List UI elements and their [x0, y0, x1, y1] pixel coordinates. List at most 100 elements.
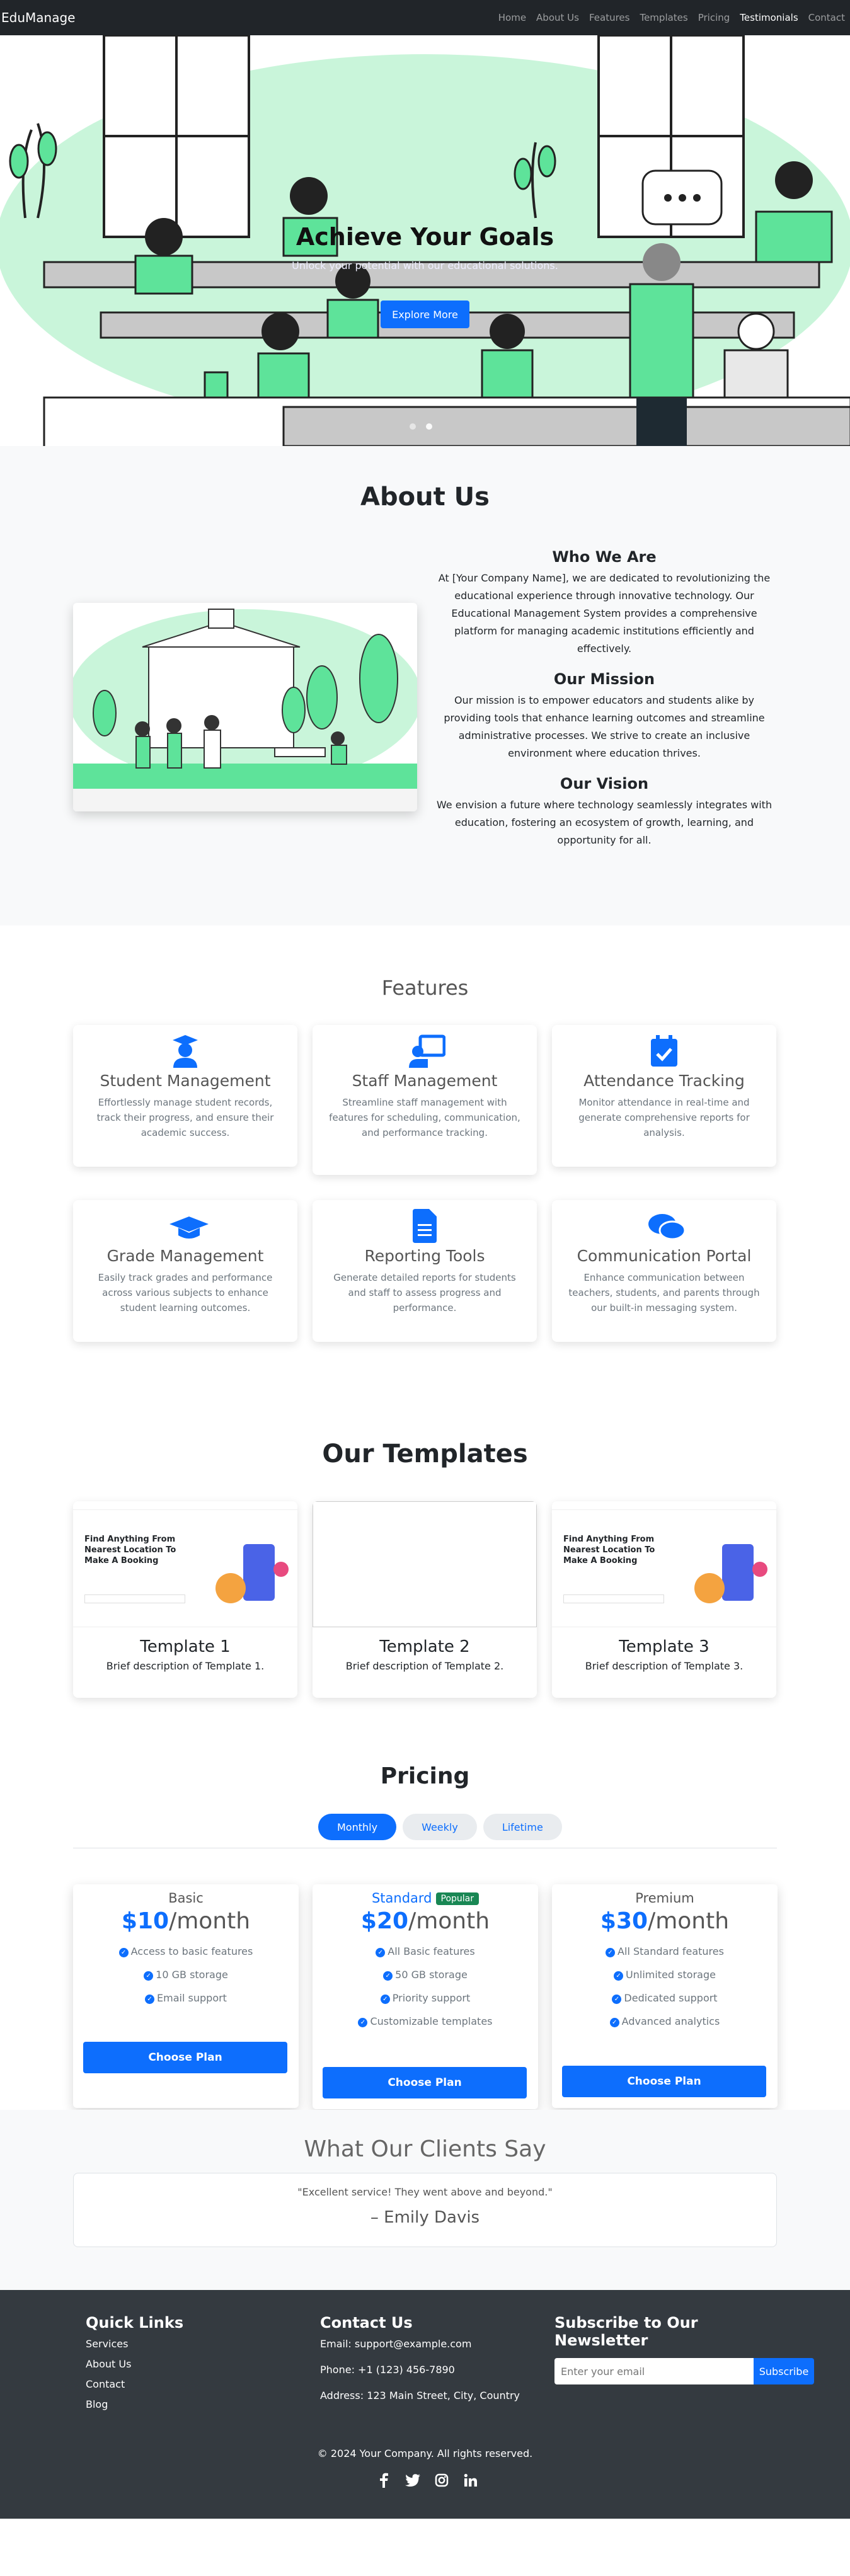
- template-preview-image: [313, 1501, 537, 1627]
- nav-link-features[interactable]: Features: [584, 12, 635, 23]
- templates-heading: Our Templates: [322, 1440, 528, 1468]
- plan-price: $30/month: [600, 1908, 730, 1934]
- testimonials-section: What Our Clients Say "Excellent service!…: [0, 2110, 850, 2290]
- carousel-dot-2[interactable]: [426, 423, 432, 430]
- plan-feature: ✓ Priority support: [313, 1992, 538, 2004]
- carousel-dot-1[interactable]: [410, 423, 416, 430]
- copyright: © 2024 Your Company. All rights reserved…: [317, 2447, 533, 2459]
- contact-title: Contact Us: [320, 2314, 413, 2332]
- footer-link-services[interactable]: Services: [86, 2338, 183, 2350]
- quick-links: Quick Links Services About Us Contact Bl…: [86, 2314, 183, 2419]
- vision-text: We envision a future where technology se…: [436, 799, 772, 846]
- check-icon: ✓: [144, 1971, 154, 1981]
- features-section: Features Student Management Effortlessly…: [0, 925, 850, 1417]
- feature-text: Streamline staff management with feature…: [329, 1097, 520, 1138]
- facebook-icon[interactable]: [376, 2473, 391, 2488]
- testimonials-heading: What Our Clients Say: [304, 2136, 546, 2162]
- comments-icon: [648, 1209, 686, 1243]
- quick-links-title: Quick Links: [86, 2314, 184, 2332]
- explore-more-button[interactable]: Explore More: [381, 301, 469, 328]
- subscribe-button[interactable]: Subscribe: [754, 2358, 814, 2384]
- plan-name: Standard Popular: [313, 1891, 538, 1906]
- choose-plan-button[interactable]: Choose Plan: [323, 2067, 527, 2098]
- who-we-are-title: Who We Are: [552, 548, 657, 566]
- contact-address: Address: 123 Main Street, City, Country: [320, 2390, 520, 2401]
- plan-feature: ✓ Advanced analytics: [552, 2015, 778, 2027]
- mission-text: Our mission is to empower educators and …: [444, 694, 765, 759]
- choose-plan-button[interactable]: Choose Plan: [83, 2042, 287, 2073]
- popular-badge: Popular: [435, 1892, 480, 1905]
- hero-carousel: Achieve Your Goals Unlock your potential…: [0, 35, 850, 446]
- pricing-period-tabs: Monthly Weekly Lifetime: [318, 1814, 562, 1840]
- feature-card: Reporting Tools Generate detailed report…: [313, 1200, 537, 1342]
- nav-link-testimonials[interactable]: Testimonials: [735, 12, 803, 23]
- feature-title: Grade Management: [106, 1247, 264, 1265]
- feature-text: Generate detailed reports for students a…: [333, 1272, 516, 1314]
- check-icon: ✓: [383, 1971, 393, 1981]
- footer-link-blog[interactable]: Blog: [86, 2398, 183, 2410]
- feature-title: Reporting Tools: [364, 1247, 485, 1265]
- nav-link-contact[interactable]: Contact: [803, 12, 850, 23]
- plan-price: $20/month: [360, 1908, 490, 1934]
- template-card[interactable]: Find Anything From Nearest Location To M…: [73, 1501, 297, 1698]
- template-preview-image: Find Anything From Nearest Location To M…: [552, 1501, 776, 1627]
- social-links: [376, 2473, 478, 2488]
- nav-link-home[interactable]: Home: [493, 12, 531, 23]
- feature-title: Attendance Tracking: [583, 1072, 745, 1090]
- file-alt-icon: [409, 1209, 440, 1243]
- template-description: Brief description of Template 3.: [585, 1660, 744, 1672]
- who-we-are-text: At [Your Company Name], we are dedicated…: [438, 572, 771, 655]
- features-heading: Features: [381, 976, 469, 1000]
- nav-link-about[interactable]: About Us: [531, 12, 584, 23]
- plan-feature: ✓ Email support: [73, 1992, 299, 2004]
- template-title: Template 1: [140, 1637, 231, 1656]
- feature-card: Attendance Tracking Monitor attendance i…: [552, 1025, 776, 1167]
- testimonial-author: – Emily Davis: [370, 2208, 480, 2227]
- graduation-cap-icon: [169, 1209, 209, 1243]
- footer-link-about[interactable]: About Us: [86, 2358, 183, 2370]
- check-icon: ✓: [609, 2018, 619, 2027]
- plan-feature: ✓ Dedicated support: [552, 1992, 778, 2004]
- tab-weekly[interactable]: Weekly: [403, 1814, 477, 1840]
- newsletter-title: Subscribe to Our Newsletter: [554, 2314, 698, 2349]
- about-heading: About Us: [360, 483, 490, 512]
- testimonial-card: "Excellent service! They went above and …: [73, 2173, 777, 2247]
- template-preview-image: Find Anything From Nearest Location To M…: [73, 1501, 297, 1627]
- tab-monthly[interactable]: Monthly: [318, 1814, 397, 1840]
- footer-link-contact[interactable]: Contact: [86, 2378, 183, 2390]
- feature-card: Staff Management Streamline staff manage…: [313, 1025, 537, 1175]
- twitter-icon[interactable]: [405, 2473, 420, 2488]
- linkedin-icon[interactable]: [463, 2473, 478, 2488]
- hero-subtitle: Unlock your potential with our education…: [292, 260, 558, 272]
- plan-name: Basic: [168, 1891, 204, 1906]
- instagram-icon[interactable]: [434, 2473, 449, 2488]
- plan-feature: ✓ Access to basic features: [73, 1945, 299, 1957]
- plan-feature: ✓ 50 GB storage: [313, 1969, 538, 1981]
- template-card[interactable]: Find Anything From Nearest Location To M…: [552, 1501, 776, 1698]
- user-graduate-icon: [169, 1034, 201, 1068]
- template-card[interactable]: Template 2 Brief description of Template…: [313, 1501, 537, 1698]
- check-icon: ✓: [380, 1995, 390, 2004]
- plan-feature: ✓ All Standard features: [552, 1945, 778, 1957]
- nav-link-templates[interactable]: Templates: [635, 12, 692, 23]
- template-description: Brief description of Template 2.: [345, 1660, 504, 1672]
- plan-feature: ✓ 10 GB storage: [73, 1969, 299, 1981]
- tab-lifetime[interactable]: Lifetime: [483, 1814, 562, 1840]
- pricing-heading: Pricing: [380, 1763, 470, 1789]
- brand-logo[interactable]: EduManage: [0, 10, 75, 25]
- newsletter-email-input[interactable]: [554, 2358, 754, 2384]
- hero-title: Achieve Your Goals: [296, 223, 554, 251]
- calendar-check-icon: [648, 1034, 680, 1068]
- pricing-card-premium: Premium $30/month ✓ All Standard features…: [552, 1884, 778, 2108]
- newsletter: Subscribe to Our Newsletter Subscribe: [554, 2314, 819, 2384]
- navbar: EduManage Home About Us Features Templat…: [0, 0, 850, 35]
- nav-links: Home About Us Features Templates Pricing…: [493, 12, 850, 23]
- plan-name: Premium: [635, 1891, 694, 1906]
- choose-plan-button[interactable]: Choose Plan: [562, 2066, 766, 2097]
- pricing-section: Pricing Monthly Weekly Lifetime Basic $1…: [0, 1757, 850, 2110]
- check-icon: ✓: [118, 1948, 129, 1957]
- nav-link-pricing[interactable]: Pricing: [693, 12, 735, 23]
- feature-title: Student Management: [100, 1072, 271, 1090]
- template-title: Template 2: [379, 1637, 470, 1656]
- footer: Quick Links Services About Us Contact Bl…: [0, 2290, 850, 2519]
